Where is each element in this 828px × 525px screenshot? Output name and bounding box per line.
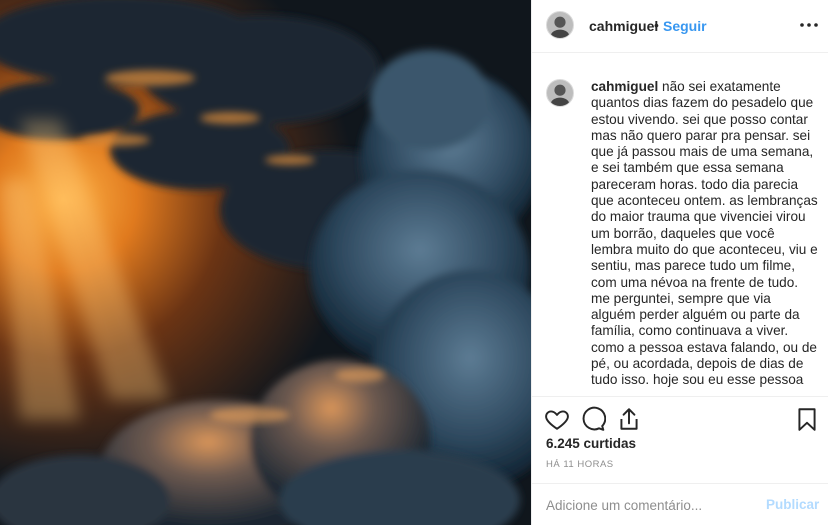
caption-paragraph-1: cahmiguel não sei exatamente quantos dia… <box>591 79 819 291</box>
comment-icon[interactable] <box>580 406 606 432</box>
caption-text: não sei exatamente quantos dias fazem do… <box>591 79 818 290</box>
comment-input[interactable] <box>546 495 746 515</box>
follow-button[interactable]: Seguir <box>663 18 707 34</box>
post-sidebar: cahmiguel • Seguir cahmiguel não sei exa… <box>531 0 828 525</box>
clouds-sunset-image <box>0 0 531 525</box>
username-link[interactable]: cahmiguel <box>589 18 658 34</box>
avatar[interactable] <box>546 11 574 39</box>
separator-dot: • <box>654 17 659 33</box>
post-timestamp[interactable]: HÁ 11 HORAS <box>546 459 614 470</box>
share-icon[interactable] <box>616 406 642 432</box>
profile-photo <box>547 12 573 38</box>
profile-photo <box>547 80 573 106</box>
more-options-icon[interactable] <box>797 13 821 37</box>
bookmark-icon[interactable] <box>794 406 820 432</box>
caption-paragraph-2: me perguntei, sempre que via alguém perd… <box>591 290 817 388</box>
add-comment-bar: Publicar <box>532 483 828 525</box>
post-actions: 6.245 curtidas HÁ 11 HORAS Publicar <box>532 396 828 525</box>
caption-avatar[interactable] <box>546 79 574 107</box>
like-count[interactable]: 6.245 curtidas <box>546 436 636 451</box>
comments-area[interactable]: cahmiguel não sei exatamente quantos dia… <box>532 54 828 396</box>
caption-username-link[interactable]: cahmiguel <box>591 79 658 94</box>
post-photo[interactable] <box>0 0 531 525</box>
publish-button[interactable]: Publicar <box>766 497 819 512</box>
post-caption: cahmiguel não sei exatamente quantos dia… <box>591 79 819 389</box>
post-header: cahmiguel • Seguir <box>532 0 828 53</box>
heart-icon[interactable] <box>544 406 570 432</box>
